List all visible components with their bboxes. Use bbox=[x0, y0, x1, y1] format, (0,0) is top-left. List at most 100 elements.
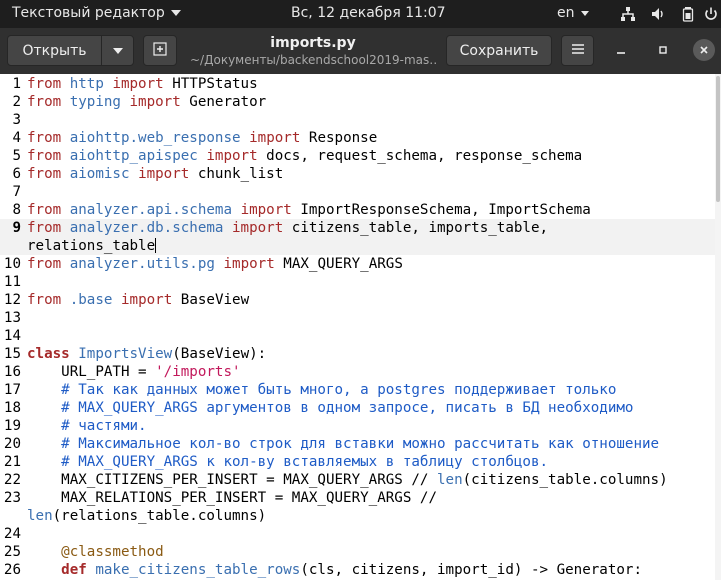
code-line[interactable]: 13 bbox=[0, 309, 715, 327]
code-line[interactable]: 3 bbox=[0, 111, 715, 129]
code-text: def make_citizens_table_rows(cls, citize… bbox=[27, 561, 642, 579]
line-number: 4 bbox=[12, 130, 21, 146]
code-token: (relations_table.columns) bbox=[52, 508, 267, 524]
code-text: # MAX_QUERY_ARGS аргументов в одном запр… bbox=[27, 399, 633, 417]
new-document-button[interactable] bbox=[143, 35, 177, 66]
code-token: class bbox=[27, 346, 70, 362]
file-name: imports.py bbox=[270, 35, 356, 51]
code-token: analyzer.utils.pg bbox=[69, 256, 215, 272]
code-text: from http import HTTPStatus bbox=[27, 75, 258, 93]
code-line[interactable]: 17 # Так как данных может быть много, а … bbox=[0, 381, 715, 399]
code-line[interactable]: 25 @classmethod bbox=[0, 543, 715, 561]
save-button[interactable]: Сохранить bbox=[446, 35, 552, 66]
maximize-icon[interactable] bbox=[654, 41, 672, 59]
code-line[interactable]: 21 # MAX_QUERY_ARGS к кол-ву вставляемых… bbox=[0, 453, 715, 471]
code-line[interactable]: 5 from aiohttp_apispec import docs, reque… bbox=[0, 147, 715, 165]
file-path: ~/Документы/backendschool2019-mas… bbox=[190, 53, 436, 67]
code-line[interactable]: 16 URL_PATH = '/imports' bbox=[0, 363, 715, 381]
code-line[interactable]: 26 def make_citizens_table_rows(cls, cit… bbox=[0, 561, 715, 579]
code-token: from bbox=[27, 166, 62, 182]
code-line[interactable]: 18 # MAX_QUERY_ARGS аргументов в одном з… bbox=[0, 399, 715, 417]
chevron-down-icon bbox=[112, 47, 123, 54]
code-token: # Максимальное кол-во строк для вставки … bbox=[61, 436, 660, 452]
document-title: imports.py ~/Документы/backendschool2019… bbox=[190, 34, 436, 68]
vertical-scrollbar[interactable] bbox=[715, 74, 721, 580]
code-token: from bbox=[27, 130, 62, 146]
main-menu-button[interactable] bbox=[561, 35, 594, 66]
scrollbar-thumb[interactable] bbox=[716, 76, 720, 202]
code-line[interactable]: 20 # Максимальное кол-во строк для встав… bbox=[0, 435, 715, 453]
code-token: ImportResponseSchema, ImportSchema bbox=[291, 202, 591, 218]
code-token: make_citizens_table_rows bbox=[95, 562, 301, 578]
code-token: from bbox=[27, 256, 62, 272]
code-text: URL_PATH = '/imports' bbox=[27, 363, 240, 381]
line-number: 7 bbox=[12, 184, 21, 200]
code-text: from aiohttp_apispec import docs, reques… bbox=[27, 147, 582, 165]
code-token: (cls, citizens, import_id) -> Generator: bbox=[300, 562, 643, 578]
code-line[interactable]: 22 MAX_CITIZENS_PER_INSERT = MAX_QUERY_A… bbox=[0, 471, 715, 489]
code-token: ImportsView bbox=[78, 346, 173, 362]
code-line[interactable]: len(relations_table.columns) bbox=[0, 507, 715, 525]
code-line[interactable]: 24 bbox=[0, 525, 715, 543]
code-line[interactable]: 23 MAX_RELATIONS_PER_INSERT = MAX_QUERY_… bbox=[0, 489, 715, 507]
code-token: # MAX_QUERY_ARGS к кол-ву вставляемых в … bbox=[61, 454, 549, 470]
code-line[interactable]: 11 bbox=[0, 273, 715, 291]
code-line[interactable]: 4 from aiohttp.web_response import Respon… bbox=[0, 129, 715, 147]
line-number: 21 bbox=[3, 454, 21, 470]
code-token: from bbox=[27, 202, 62, 218]
code-text: from analyzer.db.schema import citizens_… bbox=[27, 219, 548, 237]
line-number: 3 bbox=[12, 112, 21, 128]
code-token: import bbox=[240, 202, 292, 218]
battery-icon[interactable] bbox=[680, 6, 696, 22]
power-icon[interactable] bbox=[703, 6, 719, 22]
minimize-icon[interactable] bbox=[612, 41, 630, 59]
code-token: import bbox=[249, 130, 301, 146]
code-token: import bbox=[129, 94, 181, 110]
network-icon[interactable] bbox=[620, 6, 636, 22]
code-line[interactable]: 7 bbox=[0, 183, 715, 201]
volume-icon[interactable] bbox=[650, 6, 666, 22]
code-line[interactable]: 6 from aiomisc import chunk_list bbox=[0, 165, 715, 183]
line-number: 18 bbox=[3, 400, 21, 416]
code-line[interactable]: 9 from analyzer.db.schema import citizens… bbox=[0, 219, 715, 237]
code-line[interactable]: 8 from analyzer.api.schema import ImportR… bbox=[0, 201, 715, 219]
code-token: http bbox=[69, 76, 104, 92]
open-button[interactable]: Открыть bbox=[7, 35, 102, 66]
app-menu[interactable]: Текстовый редактор bbox=[12, 5, 181, 21]
code-line[interactable]: 15 class ImportsView(BaseView): bbox=[0, 345, 715, 363]
code-text: from typing import Generator bbox=[27, 93, 266, 111]
code-line[interactable]: 10 from analyzer.utils.pg import MAX_QUER… bbox=[0, 255, 715, 273]
code-line[interactable]: 1 from http import HTTPStatus bbox=[0, 75, 715, 93]
chevron-down-icon bbox=[580, 10, 589, 16]
close-icon[interactable] bbox=[693, 39, 715, 61]
clock[interactable]: Вс, 12 декабря 11:07 bbox=[291, 5, 446, 21]
code-line[interactable]: 12 from .base import BaseView bbox=[0, 291, 715, 309]
code-line[interactable]: 14 bbox=[0, 327, 715, 345]
code-line[interactable]: relations_table bbox=[0, 237, 715, 255]
open-recent-menu-button[interactable] bbox=[101, 35, 134, 66]
code-text: from aiohttp.web_response import Respons… bbox=[27, 129, 377, 147]
line-number: 20 bbox=[3, 436, 21, 452]
language-selector[interactable]: en bbox=[557, 5, 589, 21]
line-number: 15 bbox=[3, 346, 21, 362]
code-line[interactable]: 2 from typing import Generator bbox=[0, 93, 715, 111]
code-token: relations_table bbox=[27, 238, 156, 254]
code-text: @classmethod bbox=[27, 543, 164, 561]
code-editor[interactable]: 1 from http import HTTPStatus 2 from typing… bbox=[0, 74, 715, 580]
code-line[interactable]: 19 # частями. bbox=[0, 417, 715, 435]
language-label: en bbox=[557, 5, 575, 21]
code-token: from bbox=[27, 76, 62, 92]
line-number: 16 bbox=[3, 364, 21, 380]
line-number: 12 bbox=[3, 292, 21, 308]
code-token: typing bbox=[69, 94, 121, 110]
